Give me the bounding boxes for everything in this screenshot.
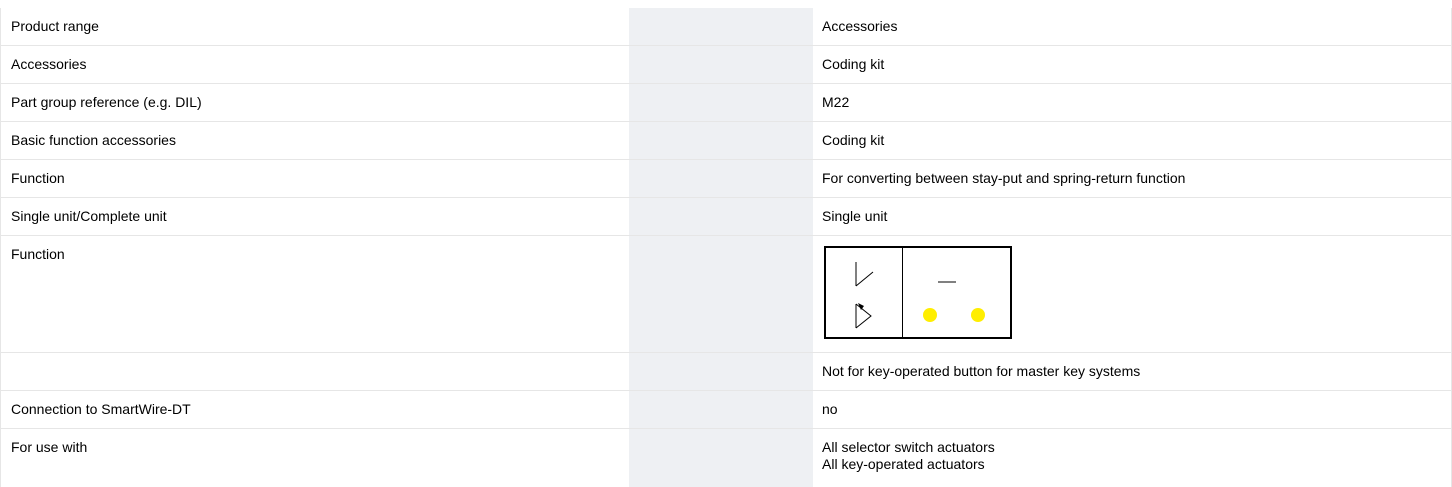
table-row: Accessories Coding kit — [1, 46, 1451, 84]
row-value: Coding kit — [822, 132, 885, 148]
row-value: Not for key-operated button for master k… — [822, 363, 1141, 379]
row-value: Accessories — [822, 18, 898, 34]
row-value: no — [822, 401, 838, 417]
function-symbol-diagram — [824, 246, 1012, 339]
row-value-line: All key-operated actuators — [822, 456, 985, 472]
row-label: Accessories — [11, 56, 87, 72]
row-value: Coding kit — [822, 56, 885, 72]
table-row: For use with All selector switch actuato… — [1, 429, 1451, 479]
row-label: Part group reference (e.g. DIL) — [11, 94, 202, 110]
table-row: Function For converting between stay-put… — [1, 160, 1451, 198]
row-value: Single unit — [822, 208, 888, 224]
table-row: Basic function accessories Coding kit — [1, 122, 1451, 160]
row-label: Product range — [11, 18, 99, 34]
table-row: Connection to SmartWire-DT no — [1, 391, 1451, 429]
row-label: Connection to SmartWire-DT — [11, 401, 191, 417]
row-label: Basic function accessories — [11, 132, 176, 148]
table-row: Not for key-operated button for master k… — [1, 353, 1451, 391]
table-row: Product range Accessories — [1, 8, 1451, 46]
row-value-line: All selector switch actuators — [822, 439, 995, 455]
table-row: Part group reference (e.g. DIL) M22 — [1, 84, 1451, 122]
row-label: Function — [11, 170, 65, 186]
table-row: Single unit/Complete unit Single unit — [1, 198, 1451, 236]
row-label: Single unit/Complete unit — [11, 208, 167, 224]
switch-function-icon — [855, 262, 985, 329]
row-value-multiline: All selector switch actuators All key-op… — [822, 439, 995, 473]
product-spec-table: Product range Accessories Accessories Co… — [0, 8, 1452, 487]
position-dot-icon — [971, 308, 985, 322]
table-row: Function — [1, 236, 1451, 353]
row-label: For use with — [11, 439, 88, 455]
row-value: M22 — [822, 94, 850, 110]
row-value: For converting between stay-put and spri… — [822, 170, 1186, 186]
row-label: Function — [11, 246, 65, 262]
position-dot-icon — [923, 308, 937, 322]
